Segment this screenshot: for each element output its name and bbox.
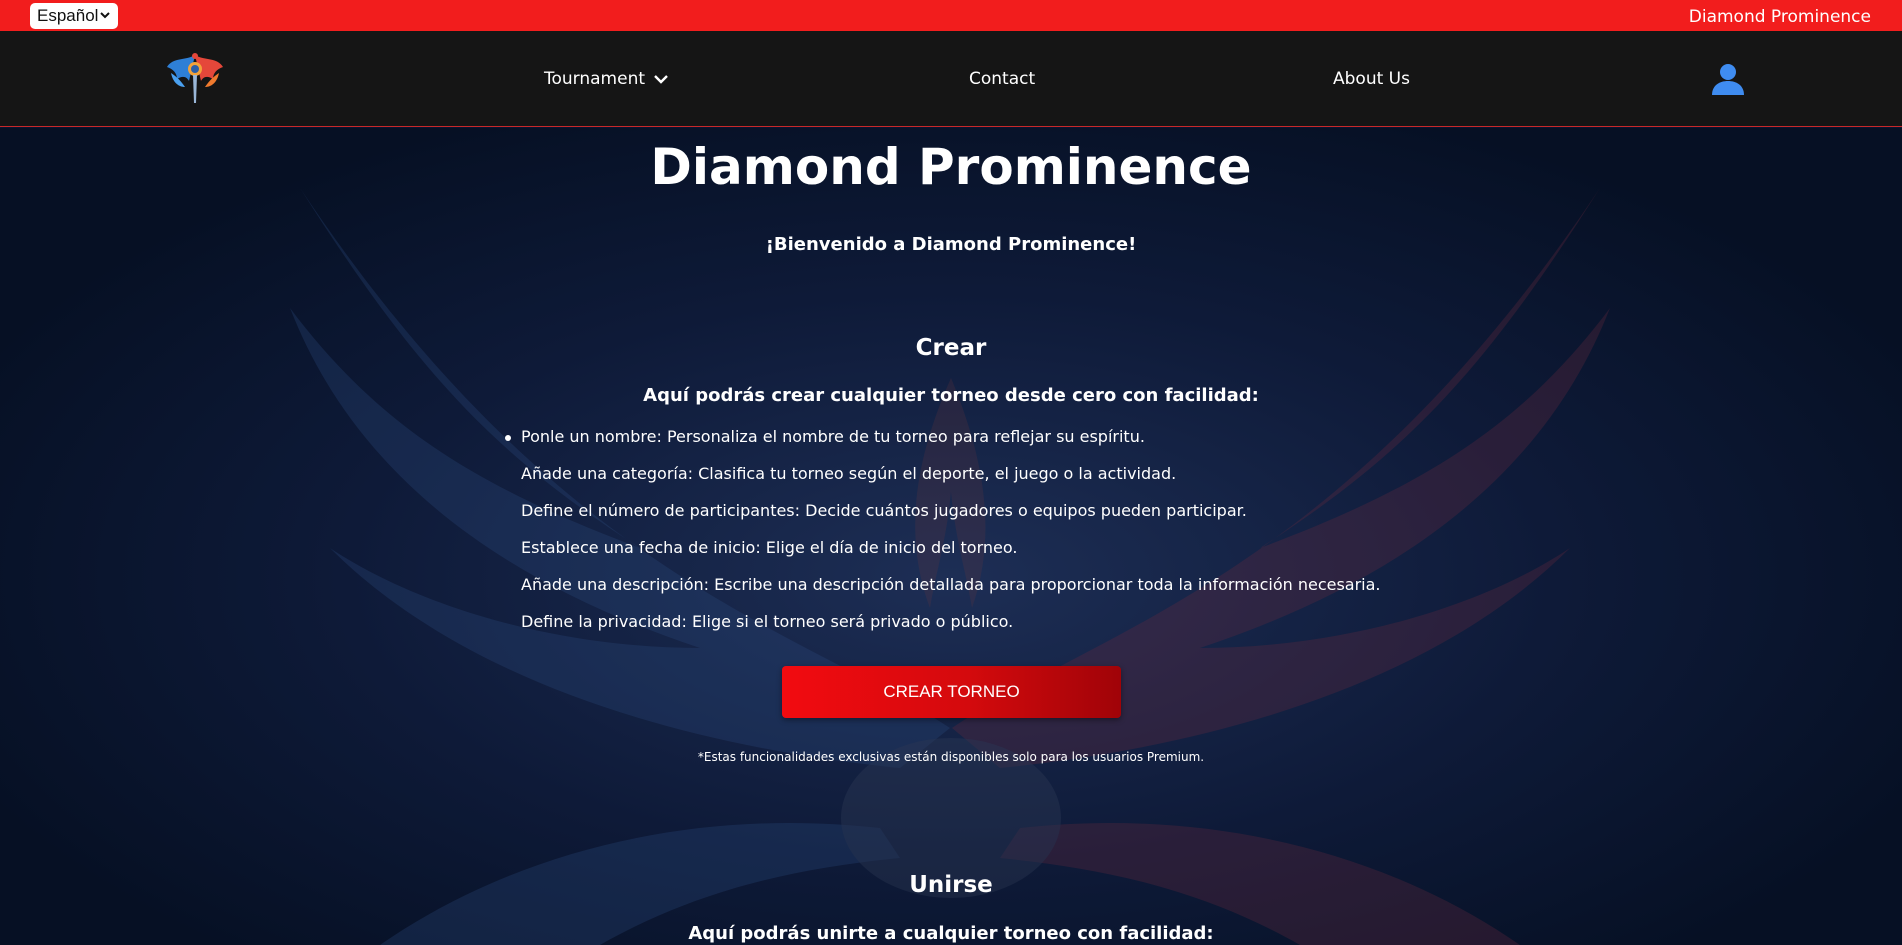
list-item: Añade una categoría: Clasifica tu torneo… [521, 464, 1177, 483]
create-section-subtitle: Aquí podrás crear cualquier torneo desde… [643, 385, 1259, 406]
create-section-title: Crear [915, 335, 987, 361]
list-item: Define la privacidad: Elige si el torneo… [521, 612, 1014, 631]
list-item: Ponle un nombre: Personaliza el nombre d… [505, 426, 1421, 463]
create-feature-list: Ponle un nombre: Personaliza el nombre d… [505, 426, 1421, 648]
main-content: Diamond Prominence ¡Bienvenido a Diamond… [0, 0, 1902, 945]
create-tournament-button[interactable]: CREAR TORNEO [782, 666, 1121, 718]
list-item: Define el número de participantes: Decid… [521, 501, 1247, 520]
join-section-subtitle: Aquí podrás unirte a cualquier torneo co… [688, 923, 1214, 944]
list-item: Establece una fecha de inicio: Elige el … [521, 538, 1018, 557]
join-section-title: Unirse [909, 872, 993, 898]
list-item: Añade una descripción: Escribe una descr… [521, 575, 1381, 594]
welcome-text: ¡Bienvenido a Diamond Prominence! [765, 234, 1137, 255]
premium-note: *Estas funcionalidades exclusivas están … [697, 750, 1205, 764]
page-title: Diamond Prominence [650, 138, 1252, 196]
